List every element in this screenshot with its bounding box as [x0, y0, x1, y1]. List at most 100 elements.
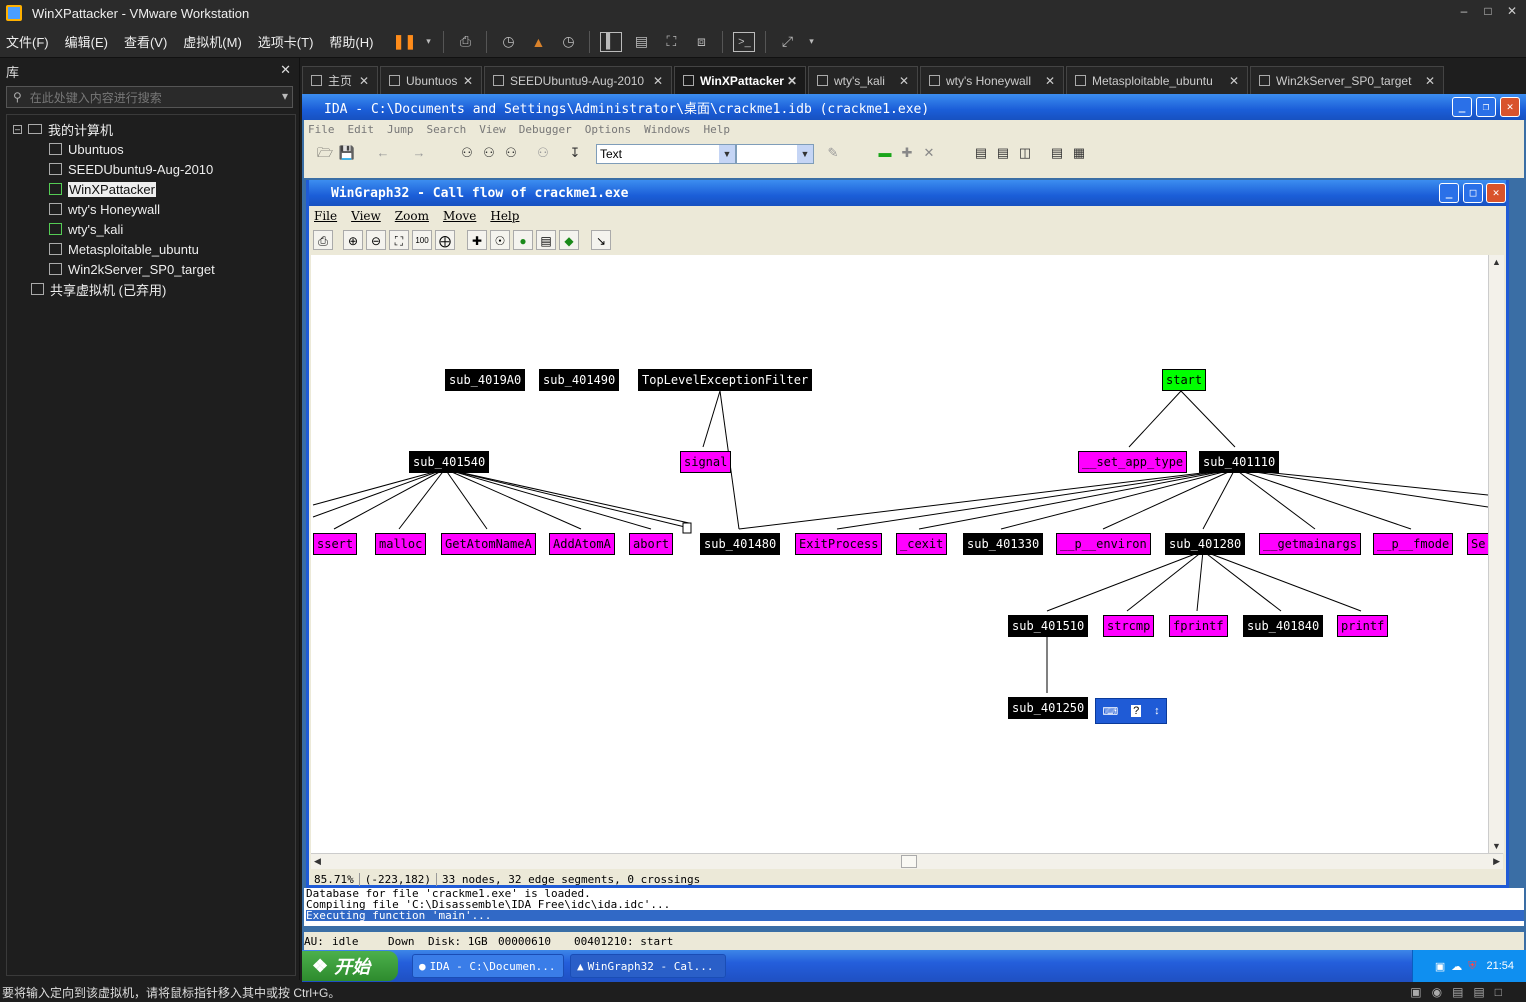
- back-icon[interactable]: ←: [374, 144, 392, 162]
- grid-icon[interactable]: ▦: [1070, 144, 1088, 162]
- node-assert[interactable]: ssert: [313, 533, 358, 555]
- ida-menu-search[interactable]: Search: [427, 123, 467, 136]
- close-icon[interactable]: ✕: [1500, 4, 1524, 18]
- node-sub_401280[interactable]: sub_401280: [1165, 533, 1246, 555]
- wg-menu-file[interactable]: File: [314, 209, 337, 223]
- jump-down-icon[interactable]: ↧: [566, 144, 584, 162]
- node-p-fmode[interactable]: __p__fmode: [1373, 533, 1454, 555]
- revert-snapshot-icon[interactable]: ▲: [527, 32, 549, 52]
- node-set-app-type[interactable]: __set_app_type: [1078, 451, 1188, 473]
- node-sub_401840[interactable]: sub_401840: [1243, 615, 1324, 637]
- node-addatoma[interactable]: AddAtomA: [549, 533, 615, 555]
- show-library-icon[interactable]: ▍: [600, 31, 623, 52]
- node-sub_401540[interactable]: sub_401540: [409, 451, 490, 473]
- ida-minimize-icon[interactable]: _: [1452, 97, 1472, 117]
- tab-home[interactable]: 主页 ✕: [302, 66, 378, 94]
- library-close-icon[interactable]: ✕: [280, 62, 291, 78]
- tab-honeywall[interactable]: wty's Honeywall ✕: [920, 66, 1064, 94]
- pencil-icon[interactable]: ✎: [824, 144, 842, 162]
- open-folder-icon[interactable]: 🗁: [316, 144, 334, 162]
- view-mode-combo[interactable]: Text ▼: [596, 144, 736, 164]
- chevron-down-icon[interactable]: ▼: [719, 145, 735, 163]
- updown-icon[interactable]: ↕: [1154, 705, 1160, 717]
- scroll-right-icon[interactable]: ▶: [1493, 856, 1500, 867]
- wingraph-close-icon[interactable]: ✕: [1486, 183, 1506, 203]
- ida-menu-windows[interactable]: Windows: [644, 123, 690, 136]
- menu-tabs[interactable]: 选项卡(T): [258, 32, 314, 51]
- task-ida[interactable]: ● IDA - C:\Documen...: [412, 954, 564, 978]
- unity-icon[interactable]: ⧈: [690, 32, 712, 52]
- fit-icon[interactable]: ⛶: [389, 230, 409, 250]
- menu-vm[interactable]: 虚拟机(M): [183, 32, 242, 51]
- scroll-down-icon[interactable]: ▼: [1492, 841, 1501, 851]
- vertical-scrollbar[interactable]: ▲ ▼: [1488, 255, 1504, 853]
- node-sub_401330[interactable]: sub_401330: [963, 533, 1044, 555]
- center-icon[interactable]: ⨁: [435, 230, 455, 250]
- search-binary-icon[interactable]: ⚇: [502, 144, 520, 162]
- tree-vm-honeywall[interactable]: wty's Honeywall: [7, 199, 295, 219]
- tab-seedubuntu[interactable]: SEEDUbuntu9-Aug-2010 ✕: [484, 66, 672, 94]
- snapshot-icon[interactable]: ◷: [497, 32, 519, 52]
- keyboard-icon[interactable]: ⌨: [1102, 705, 1118, 718]
- wg-menu-move[interactable]: Move: [443, 209, 476, 223]
- tree-vm-kali[interactable]: wty's_kali: [7, 219, 295, 239]
- menu-file[interactable]: 文件(F): [6, 32, 49, 51]
- binoculars-icon[interactable]: ⚇: [458, 144, 476, 162]
- close-tab-icon[interactable]: ✕: [1425, 74, 1435, 88]
- tree-vm-metasploitable[interactable]: Metasploitable_ubuntu: [7, 239, 295, 259]
- zoom-100-icon[interactable]: 100: [412, 230, 432, 250]
- save-icon[interactable]: 💾: [338, 144, 356, 162]
- minimize-icon[interactable]: –: [1452, 4, 1476, 18]
- window-cascade-icon[interactable]: ▤: [972, 144, 990, 162]
- node-exitprocess[interactable]: ExitProcess: [795, 533, 883, 555]
- scroll-left-icon[interactable]: ◀: [314, 856, 321, 867]
- network-icon[interactable]: ☁: [1451, 960, 1462, 973]
- console-view-icon[interactable]: >_: [733, 31, 756, 52]
- node-p-environ[interactable]: __p__environ: [1056, 533, 1151, 555]
- task-wingraph[interactable]: ▲ WinGraph32 - Cal...: [570, 954, 726, 978]
- zoom-in-icon[interactable]: ⊕: [343, 230, 363, 250]
- pause-dropdown-icon[interactable]: ▾: [423, 32, 433, 52]
- tree-shared-vms[interactable]: 共享虚拟机 (已弃用): [7, 279, 295, 299]
- wg-menu-view[interactable]: View: [351, 209, 381, 223]
- stretch-guest-icon[interactable]: ⤢: [776, 32, 798, 52]
- delete-icon[interactable]: ✕: [920, 144, 938, 162]
- thumbnail-bar-icon[interactable]: ▤: [630, 32, 652, 52]
- chevron-down-icon[interactable]: ▼: [797, 145, 813, 163]
- ida-menu-help[interactable]: Help: [703, 123, 730, 136]
- node-getmainargs[interactable]: __getmainargs: [1259, 533, 1361, 555]
- move-origin-icon[interactable]: ✚: [467, 230, 487, 250]
- floating-toolbar[interactable]: ⌨ ? ↕: [1095, 698, 1167, 724]
- ida-menu-view[interactable]: View: [479, 123, 506, 136]
- tree-vm-winxpattacker[interactable]: WinXPattacker: [7, 179, 295, 199]
- ida-close-icon[interactable]: ✕: [1500, 97, 1520, 117]
- pause-icon[interactable]: ❚❚: [393, 32, 416, 52]
- ida-restore-icon[interactable]: ❐: [1476, 97, 1496, 117]
- close-tab-icon[interactable]: ✕: [1045, 74, 1055, 88]
- close-tab-icon[interactable]: ✕: [1229, 74, 1239, 88]
- ida-output-window[interactable]: Database for file 'crackme1.exe' is load…: [304, 888, 1524, 926]
- node-malloc[interactable]: malloc: [375, 533, 427, 555]
- snapshot-manager-icon[interactable]: ◷: [557, 32, 579, 52]
- vmware-tools-icon[interactable]: ▣: [1435, 960, 1445, 973]
- tab-win2kserver[interactable]: Win2kServer_SP0_target ✕: [1250, 66, 1444, 94]
- node-sub_4019A0[interactable]: sub_4019A0: [445, 369, 526, 391]
- wg-menu-help[interactable]: Help: [490, 209, 519, 223]
- wingraph-maximize-icon[interactable]: □: [1463, 183, 1483, 203]
- search-next-icon[interactable]: ⚇: [480, 144, 498, 162]
- window-tile-h-icon[interactable]: ▤: [994, 144, 1012, 162]
- menu-view[interactable]: 查看(V): [124, 32, 167, 51]
- close-tab-icon[interactable]: ✕: [787, 74, 797, 88]
- start-button[interactable]: ❖ 开始: [302, 951, 398, 981]
- close-tab-icon[interactable]: ✕: [899, 74, 909, 88]
- plus-icon[interactable]: ✚: [898, 144, 916, 162]
- ida-menu-debugger[interactable]: Debugger: [519, 123, 572, 136]
- node-getatomnamea[interactable]: GetAtomNameA: [441, 533, 536, 555]
- node-sub_401250[interactable]: sub_401250: [1008, 697, 1089, 719]
- follow-edge-icon[interactable]: ↘: [591, 230, 611, 250]
- node-printf[interactable]: printf: [1337, 615, 1389, 637]
- forward-icon[interactable]: →: [410, 144, 428, 162]
- chevron-down-icon[interactable]: ▾: [282, 89, 288, 103]
- help-icon[interactable]: ?: [1131, 705, 1142, 717]
- scroll-up-icon[interactable]: ▲: [1492, 257, 1501, 267]
